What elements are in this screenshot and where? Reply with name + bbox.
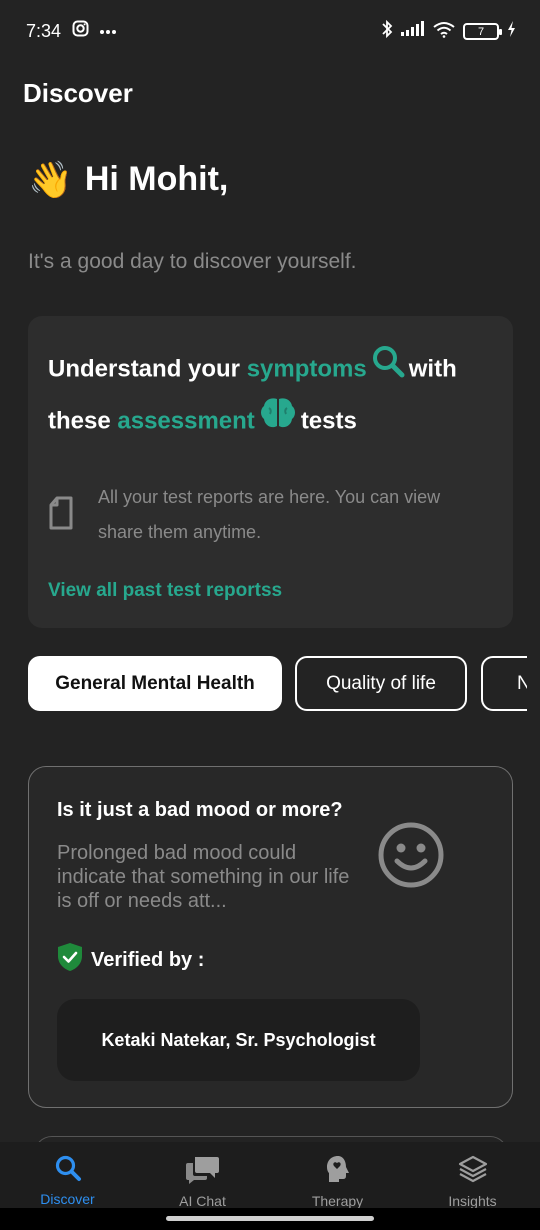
status-system-icons: 7 (381, 19, 516, 44)
status-bar: 7:34 7 (0, 0, 540, 64)
category-tabs: General Mental Health Quality of life Ne (0, 656, 527, 712)
wifi-icon (433, 21, 455, 43)
nav-label: Insights (448, 1193, 497, 1209)
verified-shield-icon (57, 942, 83, 978)
therapy-head-icon (324, 1154, 352, 1189)
nav-label: AI Chat (179, 1193, 226, 1209)
status-time: 7:34 (26, 21, 62, 41)
tab-general-mental-health[interactable]: General Mental Health (28, 656, 282, 711)
view-past-reports-link[interactable]: View all past test reportss (48, 580, 282, 602)
nav-insights[interactable]: Insights (405, 1142, 540, 1209)
smiley-icon (377, 821, 445, 894)
nav-label: Discover (40, 1191, 95, 1207)
charging-icon (507, 21, 516, 42)
heading-text: these (48, 407, 111, 435)
nav-therapy[interactable]: Therapy (270, 1142, 405, 1209)
nav-ai-chat[interactable]: AI Chat (135, 1142, 270, 1209)
nav-label: Therapy (311, 1193, 364, 1209)
magnifier-icon (371, 344, 405, 396)
reports-info: All your test reports are here. You can … (48, 480, 488, 550)
reports-description: All your test reports are here. You can … (98, 487, 441, 542)
assessment-heading: Understand your symptoms with these asses… (48, 344, 488, 448)
brain-icon (259, 396, 297, 448)
test-title: Is it just a bad mood or more? (57, 799, 343, 821)
assessment-card: Understand your symptoms with these asses… (28, 316, 513, 628)
layers-icon (458, 1154, 488, 1189)
nav-discover[interactable]: Discover (0, 1142, 135, 1208)
instagram-icon (72, 20, 89, 42)
status-notification-icons (72, 20, 117, 42)
search-icon (54, 1154, 82, 1187)
heading-text: with (408, 355, 457, 383)
chat-icon (185, 1154, 221, 1189)
greeting: 👋 Hi Mohit, (28, 160, 228, 199)
gesture-area (0, 1208, 540, 1230)
bottom-nav: Discover AI Chat Therapy Insights (0, 1142, 540, 1209)
signal-icon (401, 21, 425, 42)
verified-row: Verified by : (57, 942, 204, 978)
heading-text: tests (300, 407, 357, 435)
test-card[interactable]: Is it just a bad mood or more? Prolonged… (28, 766, 513, 1108)
verified-label: Verified by : (91, 948, 205, 971)
tab-quality-of-life[interactable]: Quality of life (295, 656, 467, 711)
gesture-bar[interactable] (166, 1216, 374, 1221)
heading-text: Understand your (48, 355, 241, 383)
page-title: Discover (23, 78, 133, 108)
greeting-text: Hi Mohit, (84, 160, 229, 198)
psychologist-chip: Ketaki Natekar, Sr. Psychologist (57, 999, 420, 1081)
bluetooth-icon (381, 19, 393, 44)
waving-hand-icon: 👋 (28, 158, 73, 200)
heading-accent-assessment: assessment (117, 407, 255, 435)
document-icon (48, 496, 74, 550)
greeting-subtitle: It's a good day to discover yourself. (28, 250, 357, 273)
more-icon (99, 22, 117, 40)
test-description: Prolonged bad mood could indicate that s… (57, 842, 350, 912)
tab-next-category[interactable]: Ne (481, 656, 527, 711)
battery-icon: 7 (463, 23, 502, 40)
heading-accent-symptoms: symptoms (246, 355, 367, 383)
